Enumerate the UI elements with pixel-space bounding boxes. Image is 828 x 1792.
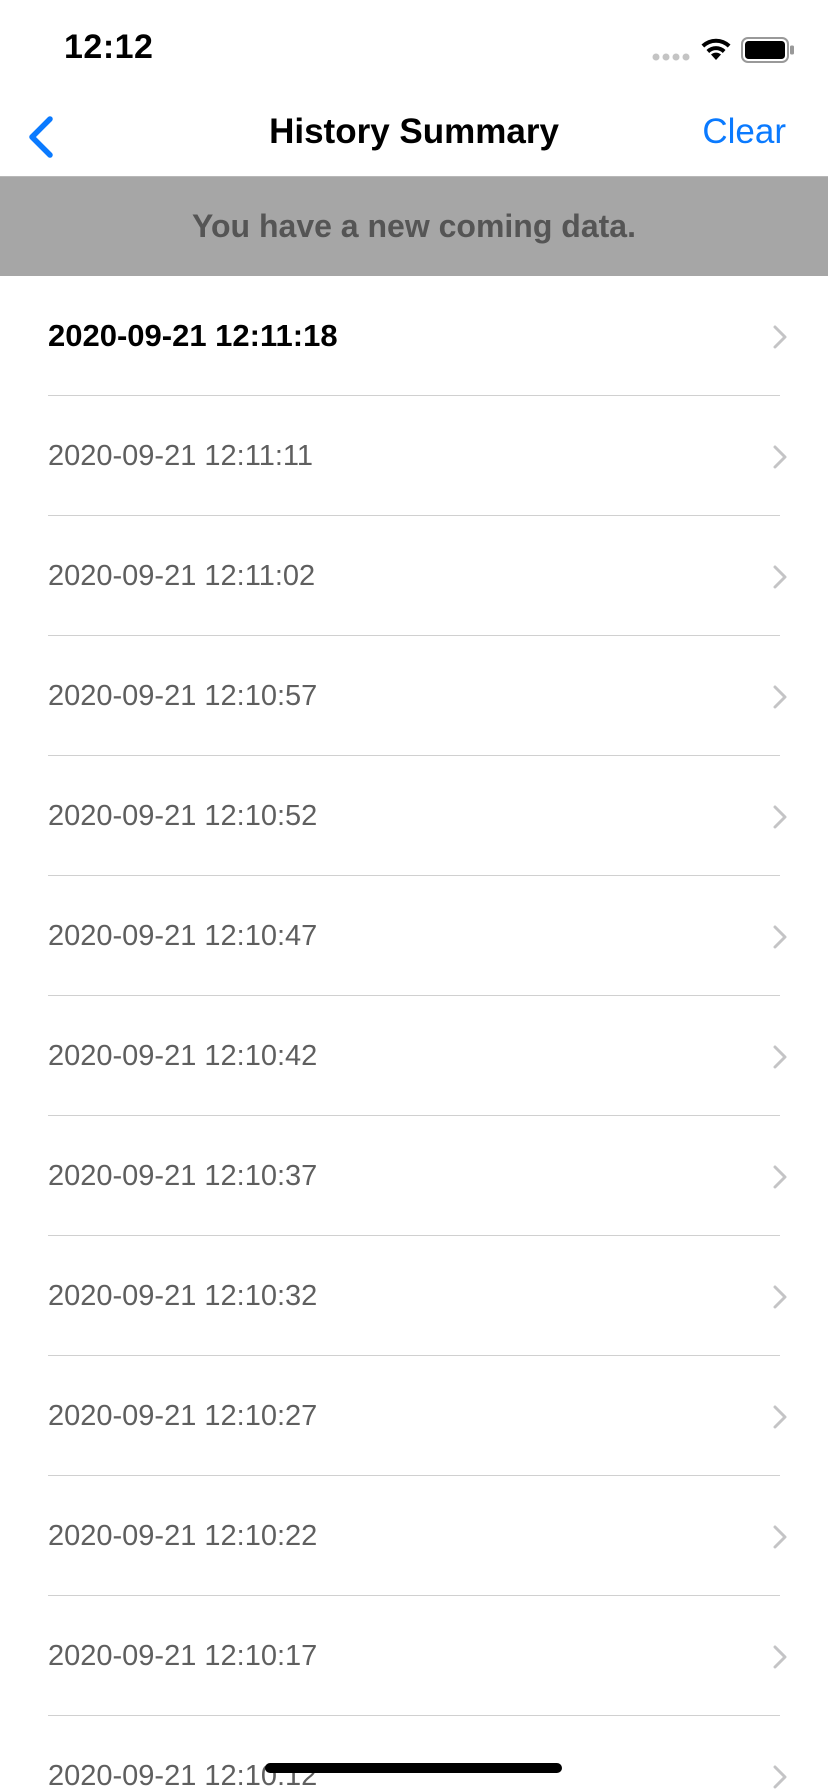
history-row[interactable]: 2020-09-21 12:10:37 bbox=[0, 1116, 828, 1236]
history-row-label: 2020-09-21 12:10:42 bbox=[48, 1040, 318, 1072]
chevron-right-icon bbox=[773, 1765, 787, 1789]
history-row[interactable]: 2020-09-21 12:11:18 bbox=[0, 276, 828, 396]
history-row-label: 2020-09-21 12:10:27 bbox=[48, 1400, 318, 1432]
history-row[interactable]: 2020-09-21 12:10:12 bbox=[0, 1716, 828, 1792]
chevron-right-icon bbox=[773, 1645, 787, 1669]
history-row-label: 2020-09-21 12:10:17 bbox=[48, 1640, 318, 1672]
chevron-right-icon bbox=[773, 685, 787, 709]
chevron-right-icon bbox=[773, 445, 787, 469]
history-row[interactable]: 2020-09-21 12:10:27 bbox=[0, 1356, 828, 1476]
status-time: 12:12 bbox=[64, 28, 154, 66]
history-row[interactable]: 2020-09-21 12:10:52 bbox=[0, 756, 828, 876]
history-row-label: 2020-09-21 12:11:11 bbox=[48, 440, 313, 472]
history-row-label: 2020-09-21 12:10:47 bbox=[48, 920, 318, 952]
history-list: 2020-09-21 12:11:18 2020-09-21 12:11:11 … bbox=[0, 276, 828, 1792]
chevron-right-icon bbox=[773, 1165, 787, 1189]
chevron-right-icon bbox=[773, 325, 787, 349]
history-row-label: 2020-09-21 12:10:12 bbox=[48, 1760, 318, 1792]
chevron-right-icon bbox=[773, 1285, 787, 1309]
history-row[interactable]: 2020-09-21 12:10:32 bbox=[0, 1236, 828, 1356]
chevron-right-icon bbox=[773, 1405, 787, 1429]
chevron-right-icon bbox=[773, 805, 787, 829]
history-row-label: 2020-09-21 12:10:32 bbox=[48, 1280, 318, 1312]
navigation-bar: History Summary Clear bbox=[0, 100, 828, 177]
clear-button[interactable]: Clear bbox=[702, 112, 786, 152]
history-row[interactable]: 2020-09-21 12:10:22 bbox=[0, 1476, 828, 1596]
history-row[interactable]: 2020-09-21 12:10:57 bbox=[0, 636, 828, 756]
chevron-right-icon bbox=[773, 1045, 787, 1069]
history-row-label: 2020-09-21 12:11:02 bbox=[48, 560, 316, 592]
battery-icon bbox=[741, 37, 794, 63]
history-row[interactable]: 2020-09-21 12:10:47 bbox=[0, 876, 828, 996]
history-row-label: 2020-09-21 12:10:52 bbox=[48, 800, 318, 832]
cellular-signal-icon bbox=[652, 53, 690, 61]
history-row-label: 2020-09-21 12:11:18 bbox=[48, 318, 338, 353]
history-row[interactable]: 2020-09-21 12:11:02 bbox=[0, 516, 828, 636]
history-row-label: 2020-09-21 12:10:22 bbox=[48, 1520, 318, 1552]
home-indicator bbox=[265, 1763, 562, 1773]
wifi-icon bbox=[701, 38, 731, 60]
banner-message: You have a new coming data. bbox=[192, 208, 636, 244]
chevron-right-icon bbox=[773, 925, 787, 949]
chevron-right-icon bbox=[773, 1525, 787, 1549]
new-data-banner[interactable]: You have a new coming data. bbox=[0, 177, 828, 276]
history-row[interactable]: 2020-09-21 12:10:42 bbox=[0, 996, 828, 1116]
history-row[interactable]: 2020-09-21 12:11:11 bbox=[0, 396, 828, 516]
history-row-label: 2020-09-21 12:10:37 bbox=[48, 1160, 318, 1192]
status-bar: 12:12 bbox=[0, 0, 828, 100]
chevron-right-icon bbox=[773, 565, 787, 589]
history-row-label: 2020-09-21 12:10:57 bbox=[48, 680, 318, 712]
history-row[interactable]: 2020-09-21 12:10:17 bbox=[0, 1596, 828, 1716]
